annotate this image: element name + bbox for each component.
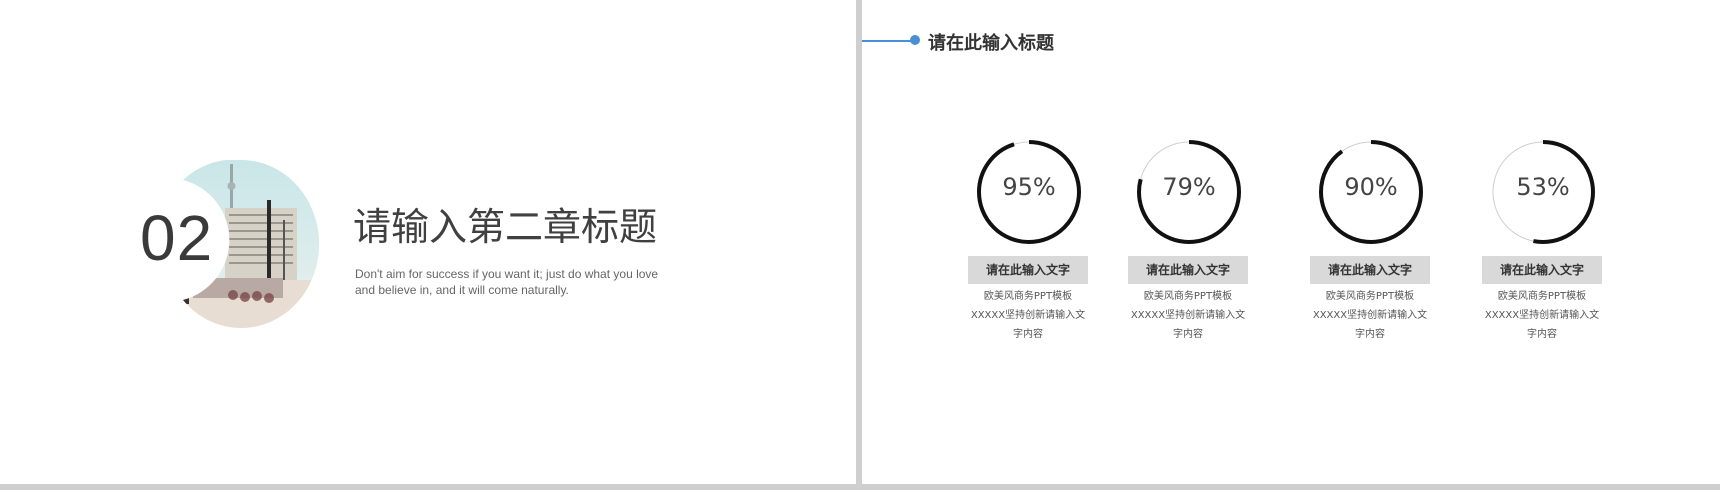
stat-description: 欧美风商务PPT模板 XXXXX坚持创新请输入文 字内容	[1312, 291, 1428, 340]
stat-percent: 90%	[1344, 173, 1398, 201]
stat-label: 请在此输入文字	[968, 256, 1088, 284]
chapter-title: 请输入第二章标题	[353, 205, 658, 249]
header-title: 请在此输入标题	[928, 33, 1054, 54]
stats-slide: 请在此输入标题 95% 请在此输入文字 欧美风商务PPT模板 XXXXX坚持创新…	[862, 0, 1720, 484]
header-accent-dot	[910, 35, 920, 45]
stat-label: 请在此输入文字	[1128, 256, 1248, 284]
chapter-slide: 02 请输入第二章标题 Don't aim for success if you…	[0, 0, 856, 484]
stat-description: 欧美风商务PPT模板 XXXXX坚持创新请输入文 字内容	[970, 291, 1086, 340]
stat-percent: 79%	[1162, 173, 1216, 201]
stat-description: 欧美风商务PPT模板 XXXXX坚持创新请输入文 字内容	[1130, 291, 1246, 340]
header-accent-line	[862, 40, 912, 42]
stat-label: 请在此输入文字	[1482, 256, 1602, 284]
stat-percent: 53%	[1516, 173, 1570, 201]
chapter-subtitle: Don't aim for success if you want it; ju…	[355, 267, 659, 297]
chapter-number: 02	[140, 202, 214, 274]
stat-label: 请在此输入文字	[1310, 256, 1430, 284]
stat-percent: 95%	[1002, 173, 1056, 201]
stat-description: 欧美风商务PPT模板 XXXXX坚持创新请输入文 字内容	[1484, 291, 1600, 340]
